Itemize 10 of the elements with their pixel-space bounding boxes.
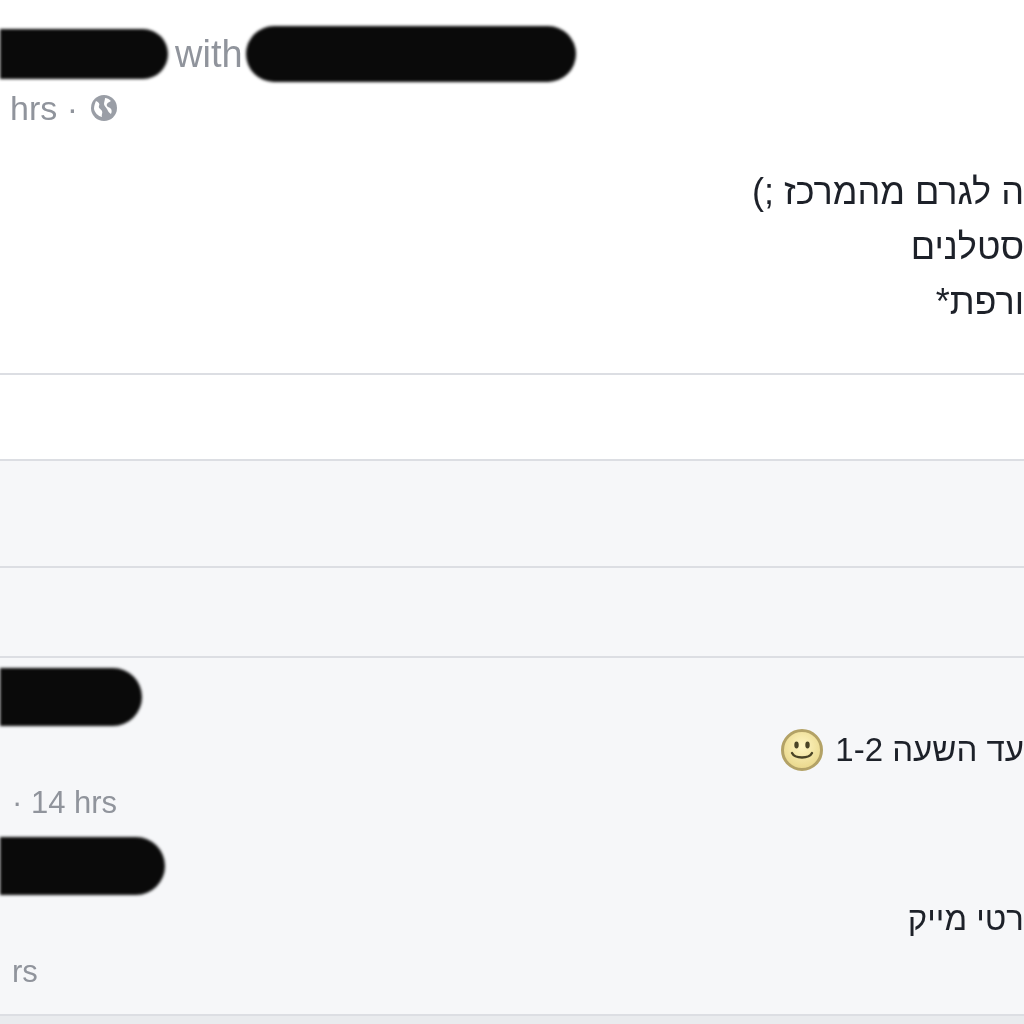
- globe-icon: [90, 94, 118, 122]
- post-text-line: סטלנים: [909, 225, 1024, 269]
- post-text-line: ורפת*: [934, 280, 1024, 324]
- post-timestamp[interactable]: hrs ·: [10, 88, 78, 128]
- comment-text: רטי מייק: [907, 900, 1024, 938]
- tagged-with-text: with: [175, 32, 243, 76]
- post-text-line: ה לגרם מהמרכז ;): [751, 170, 1024, 214]
- comment-timestamp[interactable]: · 14 hrs: [12, 785, 118, 821]
- comment-text: עד השעה 1-2: [835, 731, 1024, 769]
- comment-timestamp[interactable]: rs: [12, 954, 38, 990]
